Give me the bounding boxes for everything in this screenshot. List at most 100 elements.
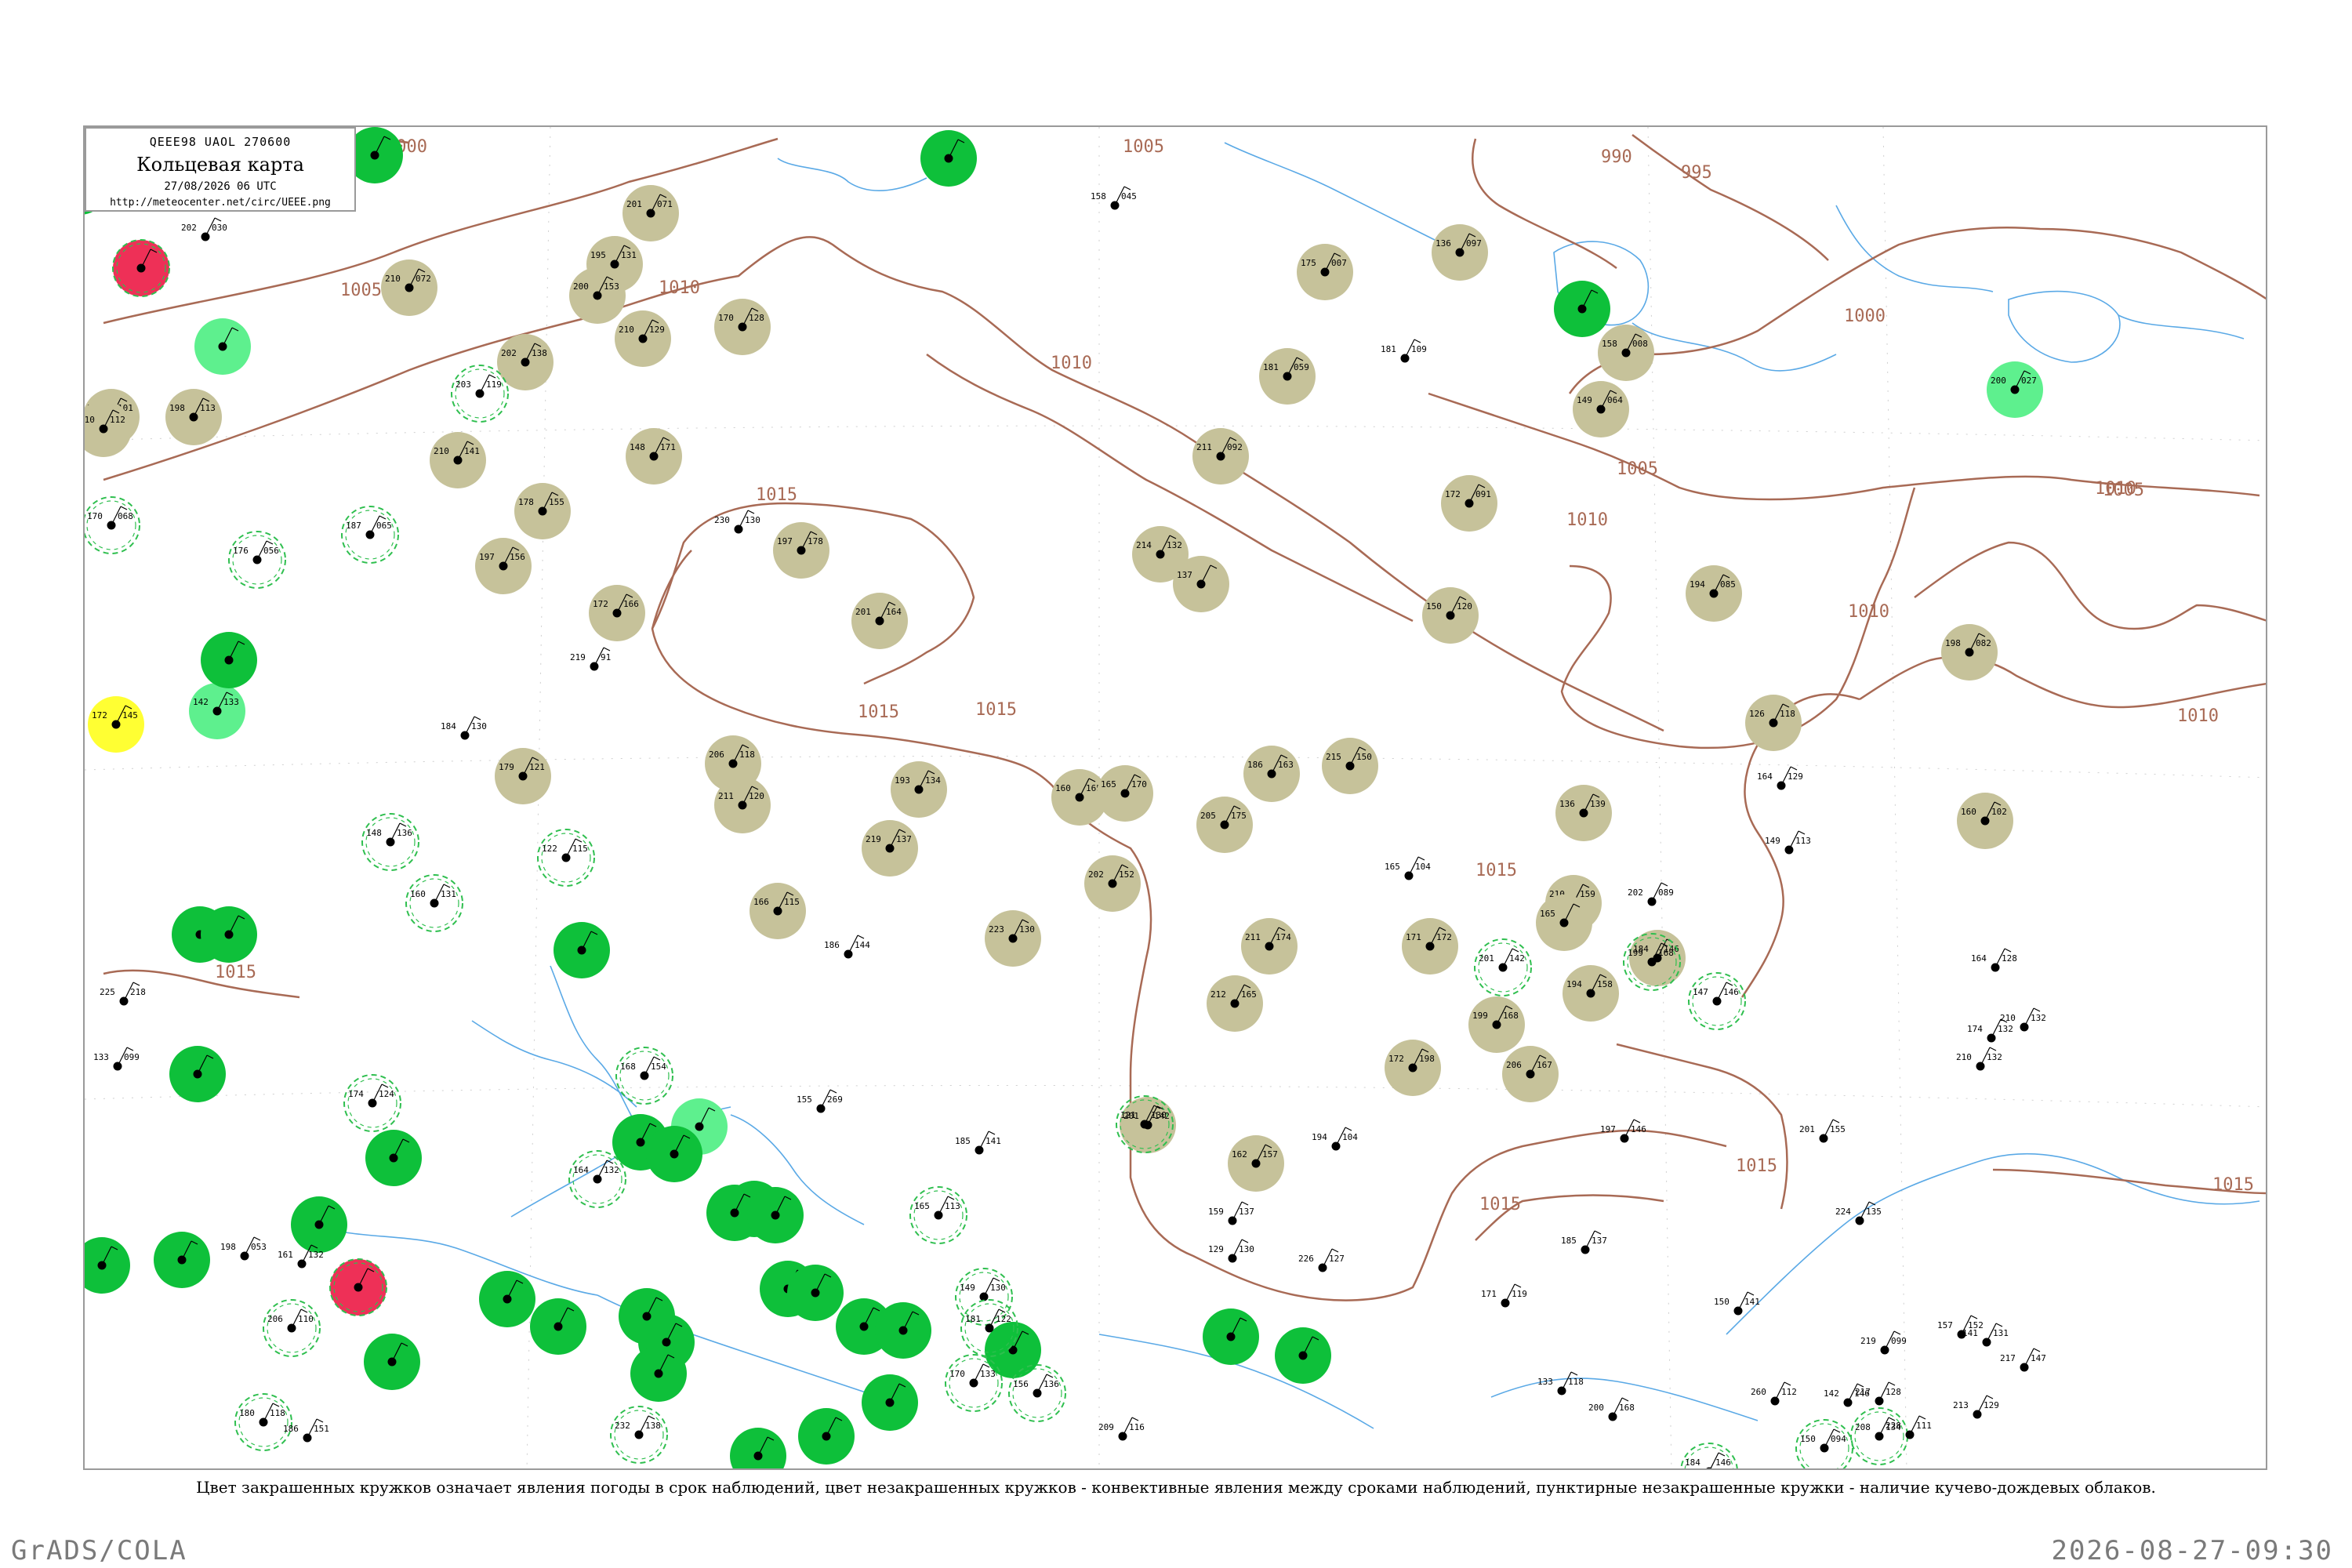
station[interactable]: 155 269 [797,1089,843,1113]
station[interactable]: 202 152 [1084,855,1141,912]
station[interactable]: 219 099 [1860,1330,1907,1355]
station[interactable]: 260 112 [1751,1381,1797,1406]
station[interactable]: 232 138 [610,1406,668,1464]
station[interactable]: 205 175 [1196,797,1253,853]
station[interactable]: 185 137 [1561,1230,1607,1254]
station[interactable]: 150 120 [1422,587,1479,644]
station[interactable] [1554,281,1610,337]
station[interactable] [112,239,170,297]
station[interactable]: 201 155 [1799,1119,1846,1143]
station[interactable]: 164 128 [1971,948,2017,972]
station[interactable]: 174 124 [343,1074,401,1132]
station[interactable]: 201 142 [1474,938,1532,996]
station[interactable]: 200 153 [569,267,626,324]
station[interactable] [1203,1308,1259,1365]
station[interactable]: 133 099 [93,1047,140,1071]
station[interactable] [630,1345,687,1402]
station[interactable] [920,130,977,187]
station[interactable]: 176 056 [228,531,286,589]
station[interactable]: 164 129 [1757,766,1803,790]
station[interactable]: 213 129 [1953,1395,1999,1419]
station[interactable]: 194 158 [1563,965,1619,1022]
station[interactable]: 203 119 [451,365,509,423]
station[interactable] [479,1271,535,1327]
station[interactable] [875,1302,931,1359]
station[interactable] [291,1196,347,1253]
station[interactable]: 184 130 [441,716,487,740]
station[interactable]: 219 137 [862,820,918,877]
station[interactable]: 186 163 [1243,746,1300,802]
station[interactable]: 178 155 [514,483,571,539]
station[interactable] [646,1126,702,1182]
station[interactable] [201,906,257,963]
station[interactable]: 199 168 [1468,996,1525,1053]
station[interactable]: 198 082 [1941,624,1998,681]
station[interactable]: 211 092 [1192,428,1249,485]
station[interactable]: 184 146 [1680,1443,1738,1470]
station[interactable]: 210 072 [381,260,437,316]
station[interactable]: 181 109 [1381,339,1427,363]
station[interactable]: 165 113 [909,1186,967,1244]
station[interactable]: 172 145 [88,696,144,753]
station[interactable]: 185 141 [955,1131,1001,1155]
station[interactable]: 212 165 [1207,975,1263,1032]
station[interactable]: 211 120 [714,777,771,833]
station[interactable]: 175 007 [1297,244,1353,300]
station[interactable]: 162 157 [1228,1135,1284,1192]
station[interactable]: 126 118 [1745,695,1802,751]
station[interactable]: 137 [1173,556,1229,612]
station[interactable]: 168 154 [615,1047,673,1105]
station[interactable]: 208 134 [1850,1407,1908,1465]
station[interactable] [154,1232,210,1288]
station[interactable] [194,318,251,375]
station[interactable]: 166 115 [750,883,806,939]
station[interactable]: 150 141 [1714,1291,1760,1316]
station[interactable]: 200 168 [1588,1397,1635,1421]
station[interactable]: 186 151 [283,1418,329,1443]
station[interactable] [329,1258,387,1316]
station[interactable]: 160 102 [1957,793,2013,849]
station[interactable]: 160 131 [405,874,463,932]
station[interactable]: 172 166 [589,585,645,641]
station[interactable]: 149 064 [1573,381,1629,437]
station[interactable] [169,1046,226,1102]
station[interactable]: 129 130 [1208,1239,1254,1263]
station[interactable]: 136 097 [1432,224,1488,281]
station[interactable]: 142 133 [189,683,245,739]
station[interactable]: 197 178 [773,522,829,579]
station[interactable]: 194 104 [1312,1127,1358,1151]
station[interactable] [85,1237,130,1294]
station[interactable]: 147 146 [1688,972,1746,1030]
station[interactable]: 201 071 [622,185,679,241]
source-url[interactable]: http://meteocenter.net/circ/UEEE.png [86,197,354,209]
station[interactable]: 186 144 [824,935,870,959]
station[interactable]: 206 167 [1502,1046,1559,1102]
station[interactable]: 210 129 [615,310,671,367]
station[interactable]: 202 030 [181,217,227,241]
station[interactable]: 206 110 [263,1299,321,1357]
station[interactable] [554,922,610,978]
station[interactable]: 217 147 [2000,1348,2046,1372]
station[interactable]: 179 121 [495,748,551,804]
station[interactable]: 211 174 [1241,918,1298,975]
station[interactable] [747,1187,804,1243]
station[interactable]: 193 134 [891,761,947,818]
map-area[interactable]: 1000 1005 1010 1015 990 995 1005 1010 10… [83,125,2267,1470]
station[interactable]: 158 008 [1598,325,1654,381]
station[interactable]: 136 139 [1555,785,1612,841]
station[interactable]: 133 118 [1537,1371,1584,1396]
station[interactable]: 210 141 [430,432,486,488]
station[interactable]: 165 [1536,895,1592,951]
station[interactable]: 170 068 [85,496,140,554]
station[interactable] [530,1298,586,1355]
station[interactable]: 225 218 [100,982,146,1006]
station[interactable]: 172 198 [1385,1040,1441,1096]
station[interactable]: 209 116 [1098,1417,1145,1441]
station[interactable]: 148 171 [626,428,682,485]
station[interactable]: 197 156 [475,538,532,594]
station[interactable] [201,632,257,688]
station[interactable]: 202 089 [1628,882,1674,906]
station[interactable]: 198 053 [220,1236,267,1261]
station[interactable] [730,1428,786,1470]
station[interactable]: 148 136 [361,813,419,871]
